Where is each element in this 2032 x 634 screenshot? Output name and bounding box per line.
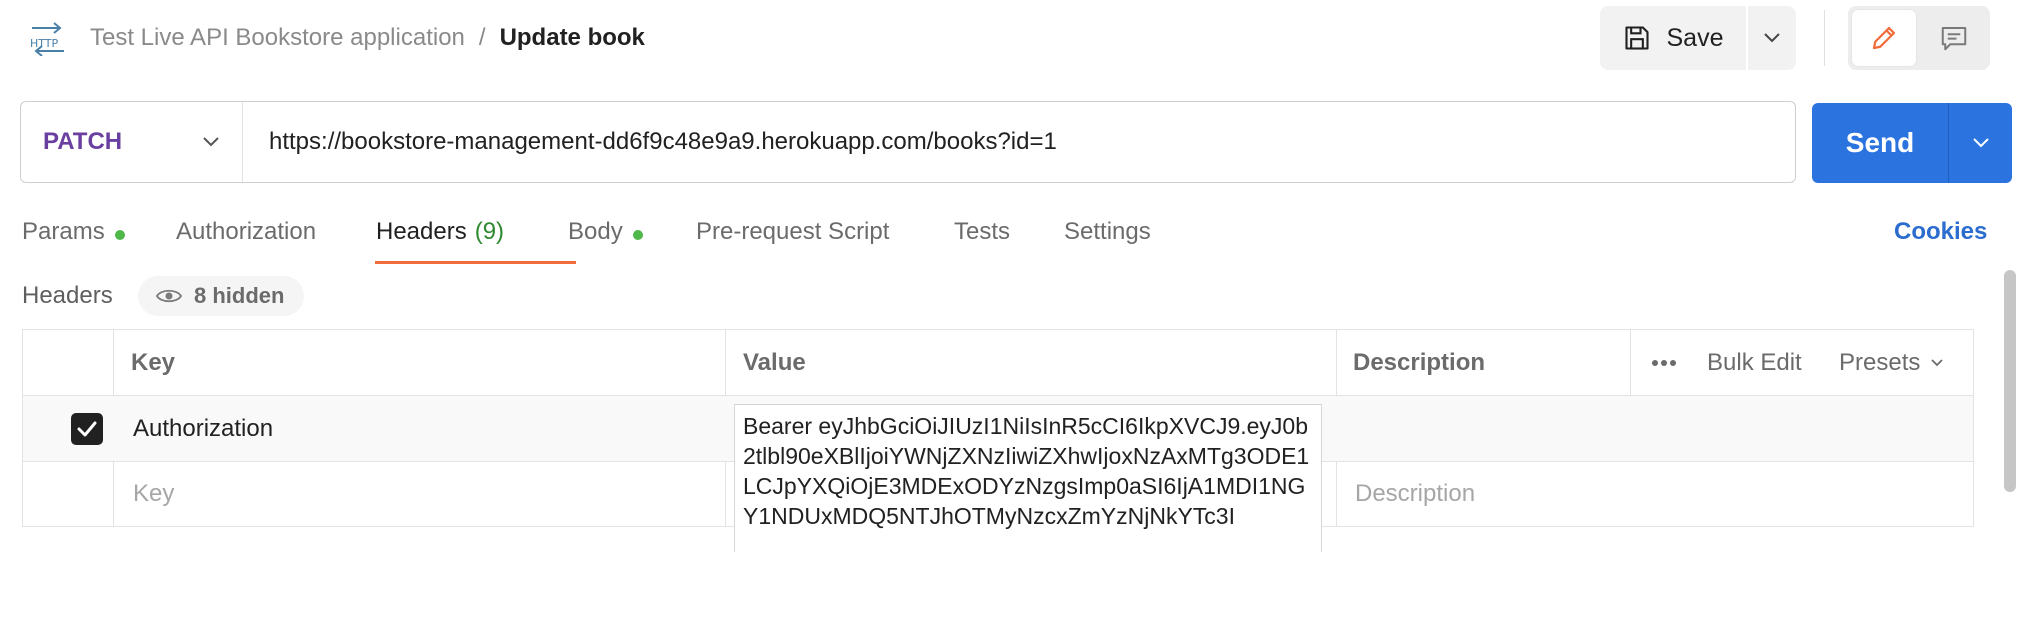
column-header-description: Description: [1353, 349, 1486, 376]
request-name[interactable]: Update book: [500, 24, 645, 52]
view-mode-toggle: [1848, 6, 1990, 70]
cookies-link[interactable]: Cookies: [1894, 218, 1987, 246]
tab-body-label: Body: [568, 218, 623, 245]
tab-settings[interactable]: Settings: [1064, 212, 1184, 264]
comments-button[interactable]: [1922, 10, 1986, 66]
breadcrumb-collection[interactable]: Test Live API Bookstore application: [90, 24, 465, 52]
tab-pre-request-label: Pre-request Script: [696, 218, 890, 245]
url-bar: PATCH: [20, 101, 1796, 183]
chevron-down-icon: [1972, 138, 1989, 148]
request-tabs: Params Authorization Headers (9) Body Pr…: [22, 212, 1184, 264]
presets-dropdown[interactable]: Presets: [1839, 330, 1944, 396]
tab-headers[interactable]: Headers (9): [375, 212, 576, 264]
save-icon: [1624, 26, 1649, 50]
header-value-editor[interactable]: Bearer eyJhbGciOiJIUzI1NiIsInR5cCI6IkpXV…: [734, 404, 1322, 552]
new-description-input[interactable]: Description: [1355, 462, 1475, 526]
save-button[interactable]: Save: [1600, 6, 1746, 70]
headers-count: (9): [474, 218, 505, 245]
new-key-input[interactable]: Key: [133, 462, 174, 526]
headers-section-title: Headers: [22, 282, 113, 309]
tab-params[interactable]: Params: [22, 212, 176, 264]
breadcrumb: Test Live API Bookstore application / Up…: [90, 20, 645, 56]
comment-icon: [1941, 27, 1967, 51]
table-header-row: Key Value Description Bulk Edit Presets: [23, 330, 1973, 396]
send-button[interactable]: Send: [1812, 103, 1948, 183]
svg-text:HTTP: HTTP: [30, 37, 59, 50]
toolbar-divider: [1824, 10, 1825, 66]
presets-label: Presets: [1839, 349, 1921, 376]
header-enabled-checkbox[interactable]: [71, 413, 103, 445]
send-options-button[interactable]: [1948, 103, 2012, 183]
chevron-down-icon: [1931, 359, 1944, 367]
save-label: Save: [1666, 23, 1724, 52]
eye-icon: [156, 289, 182, 303]
save-button-group: Save: [1600, 6, 1796, 70]
tab-settings-label: Settings: [1064, 218, 1151, 245]
request-editor: HTTP Test Live API Bookstore application…: [0, 0, 2032, 634]
method-select[interactable]: PATCH: [21, 102, 243, 182]
hidden-headers-label: 8 hidden: [194, 283, 285, 308]
url-input[interactable]: [243, 101, 1795, 183]
save-options-button[interactable]: [1748, 6, 1796, 70]
tab-authorization-label: Authorization: [176, 218, 317, 245]
checkmark-icon: [77, 421, 97, 437]
pencil-icon: [1872, 26, 1896, 50]
column-header-value: Value: [743, 349, 806, 376]
tab-headers-label: Headers: [376, 218, 467, 245]
tab-body[interactable]: Body: [568, 212, 696, 264]
tab-params-label: Params: [22, 218, 105, 245]
header-key-cell[interactable]: Authorization: [133, 396, 273, 461]
hidden-headers-toggle[interactable]: 8 hidden: [138, 276, 305, 316]
body-status-dot: [632, 230, 643, 240]
more-horizontal-icon: [1652, 360, 1676, 366]
chevron-down-icon: [1764, 33, 1780, 43]
send-button-group: Send: [1812, 103, 2012, 183]
tab-tests[interactable]: Tests: [954, 212, 1064, 264]
tab-pre-request-script[interactable]: Pre-request Script: [696, 212, 954, 264]
chevron-down-icon: [203, 137, 219, 147]
http-request-icon: HTTP: [30, 22, 64, 56]
tab-tests-label: Tests: [954, 218, 1011, 245]
bulk-edit-button[interactable]: Bulk Edit: [1707, 330, 1802, 396]
method-label: PATCH: [43, 128, 123, 155]
tab-authorization[interactable]: Authorization: [176, 212, 376, 264]
edit-mode-button[interactable]: [1852, 10, 1916, 66]
params-status-dot: [114, 230, 125, 240]
scrollbar[interactable]: [2004, 270, 2016, 492]
more-options-button[interactable]: [1651, 330, 1677, 396]
column-header-key: Key: [131, 349, 176, 376]
breadcrumb-separator: /: [478, 24, 486, 51]
